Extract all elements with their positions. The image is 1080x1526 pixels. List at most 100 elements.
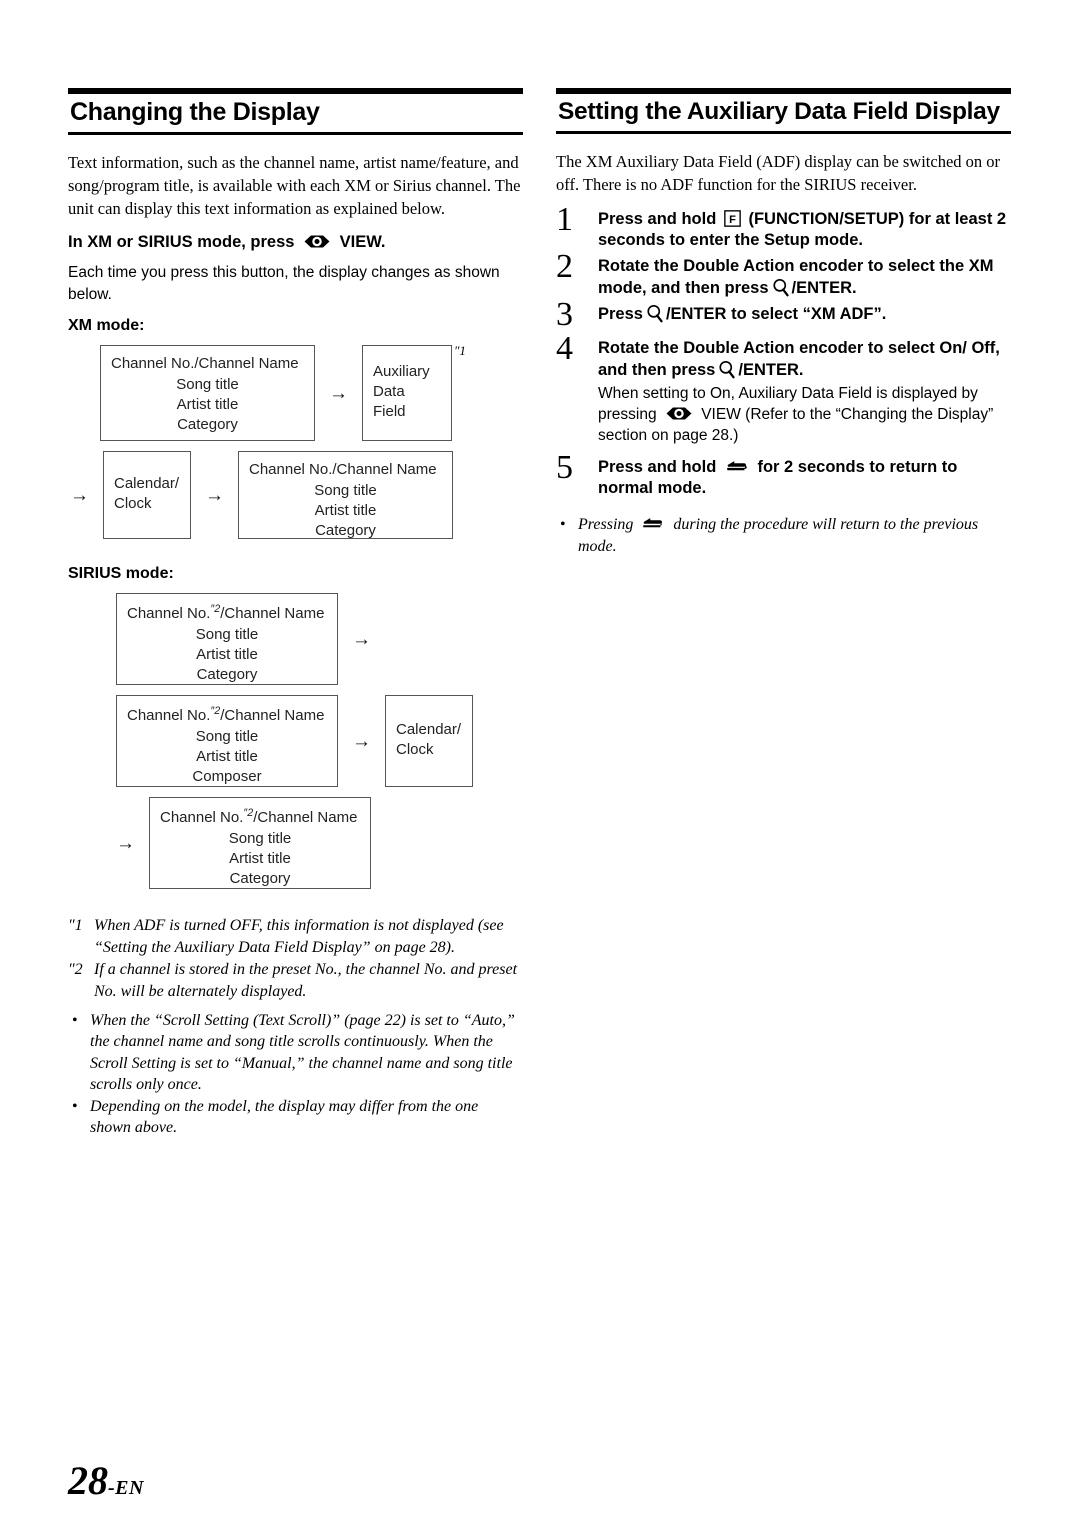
sirius-box4-title-mark: ″2: [243, 807, 254, 820]
heading-rule-bottom: [556, 130, 1011, 134]
sirius-flow-arrow-2: →: [352, 730, 371, 752]
sirius-flow-box-1: Channel No.″2/Channel Name Song title Ar…: [116, 593, 338, 686]
function-setup-f-icon: F: [724, 209, 741, 227]
xm-flow-row-2: → Calendar/ Clock → Channel No./Channel …: [68, 451, 523, 539]
eye-view-icon: [304, 234, 330, 249]
xm-mode-label: XM mode:: [68, 317, 145, 335]
footnote-2-text: If a channel is stored in the preset No.…: [94, 961, 518, 1000]
bullet-glyph: •: [72, 1097, 78, 1115]
back-return-icon: [725, 460, 749, 474]
left-heading-title: Changing the Display: [70, 98, 320, 126]
right-note-part-a: Pressing: [578, 516, 634, 534]
xm-box1-line-2: Artist title: [176, 396, 239, 414]
svg-text:F: F: [729, 214, 736, 226]
step-3-part-a: Press: [598, 304, 643, 323]
sirius-flow-box-3: Calendar/ Clock: [385, 695, 473, 788]
sirius-box4-line-1: Song title: [228, 829, 292, 847]
step-5-part-a: Press and hold: [598, 457, 717, 476]
sirius-flow-box-2: Channel No.″2/Channel Name Song title Ar…: [116, 695, 338, 788]
xm-box4-line-1: Song title: [314, 481, 377, 499]
step-4-subtext: When setting to On, Auxiliary Data Field…: [598, 383, 1011, 446]
step-4-part-a: Rotate the: [598, 338, 679, 357]
sirius-flow-arrow-1: →: [352, 628, 371, 650]
sirius-box1-title-mark: ″2: [210, 603, 221, 616]
footnote-2-mark: ″2: [68, 961, 83, 979]
back-return-icon: [641, 517, 665, 531]
right-note-part-b: during the procedure will return to the …: [578, 516, 979, 555]
sirius-flow-box-4: Channel No.″2/Channel Name Song title Ar…: [149, 797, 371, 890]
page-number-value: 28: [68, 1458, 108, 1503]
sirius-box2-title: Channel No.″2/Channel Name: [127, 704, 327, 726]
bullet-glyph: •: [72, 1011, 78, 1029]
xm-box2-footnote-mark: ″1: [454, 343, 466, 359]
page-lang-suffix: -EN: [108, 1477, 144, 1499]
footnote-2: ″2 If a channel is stored in the preset …: [68, 959, 523, 1002]
step-2-number: 2: [556, 248, 573, 286]
right-column: Setting the Auxiliary Data Field Display…: [556, 88, 1011, 557]
footnote-1-mark: ″1: [68, 917, 83, 935]
xm-box2-line-1: Auxiliary: [373, 362, 430, 380]
step-1: 1 Press and hold F (FUNCTION/SETUP) for …: [556, 202, 1011, 253]
step-3-part-c: to select “XM ADF”.: [731, 304, 887, 323]
xm-box3-line-1: Calendar/: [114, 474, 180, 492]
step-4-sub-b: VIEW: [701, 406, 741, 424]
sirius-box2-line-1: Song title: [195, 727, 259, 745]
sirius-box4-line-3: Category: [229, 870, 291, 888]
step-1-part-b: (FUNCTION/SETUP): [748, 209, 905, 228]
step-4-text: Rotate the Double Action encoder to sele…: [598, 338, 1011, 382]
bullet-glyph: •: [560, 516, 566, 534]
sirius-box4-line-2: Artist title: [229, 850, 291, 868]
heading-rule-bottom: [68, 131, 523, 135]
step-4-part-d: /ENTER.: [738, 360, 804, 379]
sirius-flow-row-1: Channel No.″2/Channel Name Song title Ar…: [116, 593, 523, 686]
xm-box4-title: Channel No./Channel Name: [249, 461, 437, 479]
magnifier-enter-icon: [646, 304, 665, 323]
step-1-part-a: Press and hold: [598, 209, 717, 228]
step-2-text: Rotate the Double Action encoder to sele…: [598, 256, 1011, 300]
sirius-box3-line-2: Clock: [396, 741, 434, 759]
step-1-text: Press and hold F (FUNCTION/SETUP) for at…: [598, 209, 1011, 253]
press-view-suffix: VIEW.: [339, 232, 386, 251]
sirius-mode-label: SIRIUS mode:: [68, 565, 174, 583]
sirius-box2-title-mark: ″2: [210, 705, 221, 718]
xm-flow-arrow-3: →: [205, 484, 224, 506]
right-note: • Pressing during the procedure will ret…: [556, 514, 1011, 557]
left-footnotes: ″1 When ADF is turned OFF, this informat…: [68, 915, 523, 1138]
magnifier-enter-icon: [772, 278, 791, 297]
sirius-box2-line-2: Artist title: [196, 748, 258, 766]
page-number: 28-EN: [68, 1457, 144, 1504]
step-4-part-b: Double Action encoder: [683, 338, 864, 357]
sirius-box3-line-1: Calendar/: [396, 720, 462, 738]
xm-box1-line-3: Category: [177, 416, 238, 434]
left-intro-paragraph: Text information, such as the channel na…: [68, 152, 521, 219]
sirius-box1-line-2: Artist title: [196, 646, 258, 664]
magnifier-enter-icon: [718, 360, 737, 379]
left-note-1-text: When the “Scroll Setting (Text Scroll)” …: [90, 1011, 515, 1094]
step-3-text: Press /ENTER to select “XM ADF”.: [598, 304, 1011, 326]
step-4-sub-c: (Refer to the “Changing the Display” sec…: [598, 406, 994, 445]
sirius-box2-title-pre: Channel No.: [127, 707, 211, 725]
xm-flow-box-1: Channel No./Channel Name Song title Arti…: [100, 345, 315, 442]
footnote-1-text: When ADF is turned OFF, this information…: [94, 917, 504, 956]
step-4-number: 4: [556, 329, 573, 367]
right-heading-title: Setting the Auxiliary Data Field Display: [558, 98, 1000, 125]
xm-box3-line-2: Clock: [114, 495, 152, 513]
step-4: 4 Rotate the Double Action encoder to se…: [556, 331, 1011, 447]
sirius-box1-line-1: Song title: [195, 625, 259, 643]
xm-box4-line-3: Category: [315, 522, 376, 540]
xm-box1-title: Channel No./Channel Name: [111, 355, 299, 373]
left-note-2-text: Depending on the model, the display may …: [90, 1097, 479, 1137]
step-2: 2 Rotate the Double Action encoder to se…: [556, 250, 1011, 300]
sirius-box1-title: Channel No.″2/Channel Name: [127, 602, 327, 624]
sirius-box4-title-post: /Channel Name: [253, 809, 358, 827]
left-note-2: • Depending on the model, the display ma…: [68, 1096, 523, 1139]
sirius-flow-row-3: → Channel No.″2/Channel Name Song title …: [116, 797, 523, 890]
step-2-part-a: Rotate the: [598, 257, 679, 276]
step-3: 3 Press /ENTER to select “XM ADF”.: [556, 297, 1011, 334]
left-column: Changing the Display Text information, s…: [68, 88, 523, 1139]
sirius-flow-row-2: Channel No.″2/Channel Name Song title Ar…: [116, 695, 523, 788]
xm-flow-arrow-1: →: [329, 382, 348, 404]
sirius-box2-title-post: /Channel Name: [220, 707, 325, 725]
sirius-box2-line-3: Composer: [192, 768, 262, 786]
step-2-part-d: /ENTER.: [791, 279, 857, 298]
